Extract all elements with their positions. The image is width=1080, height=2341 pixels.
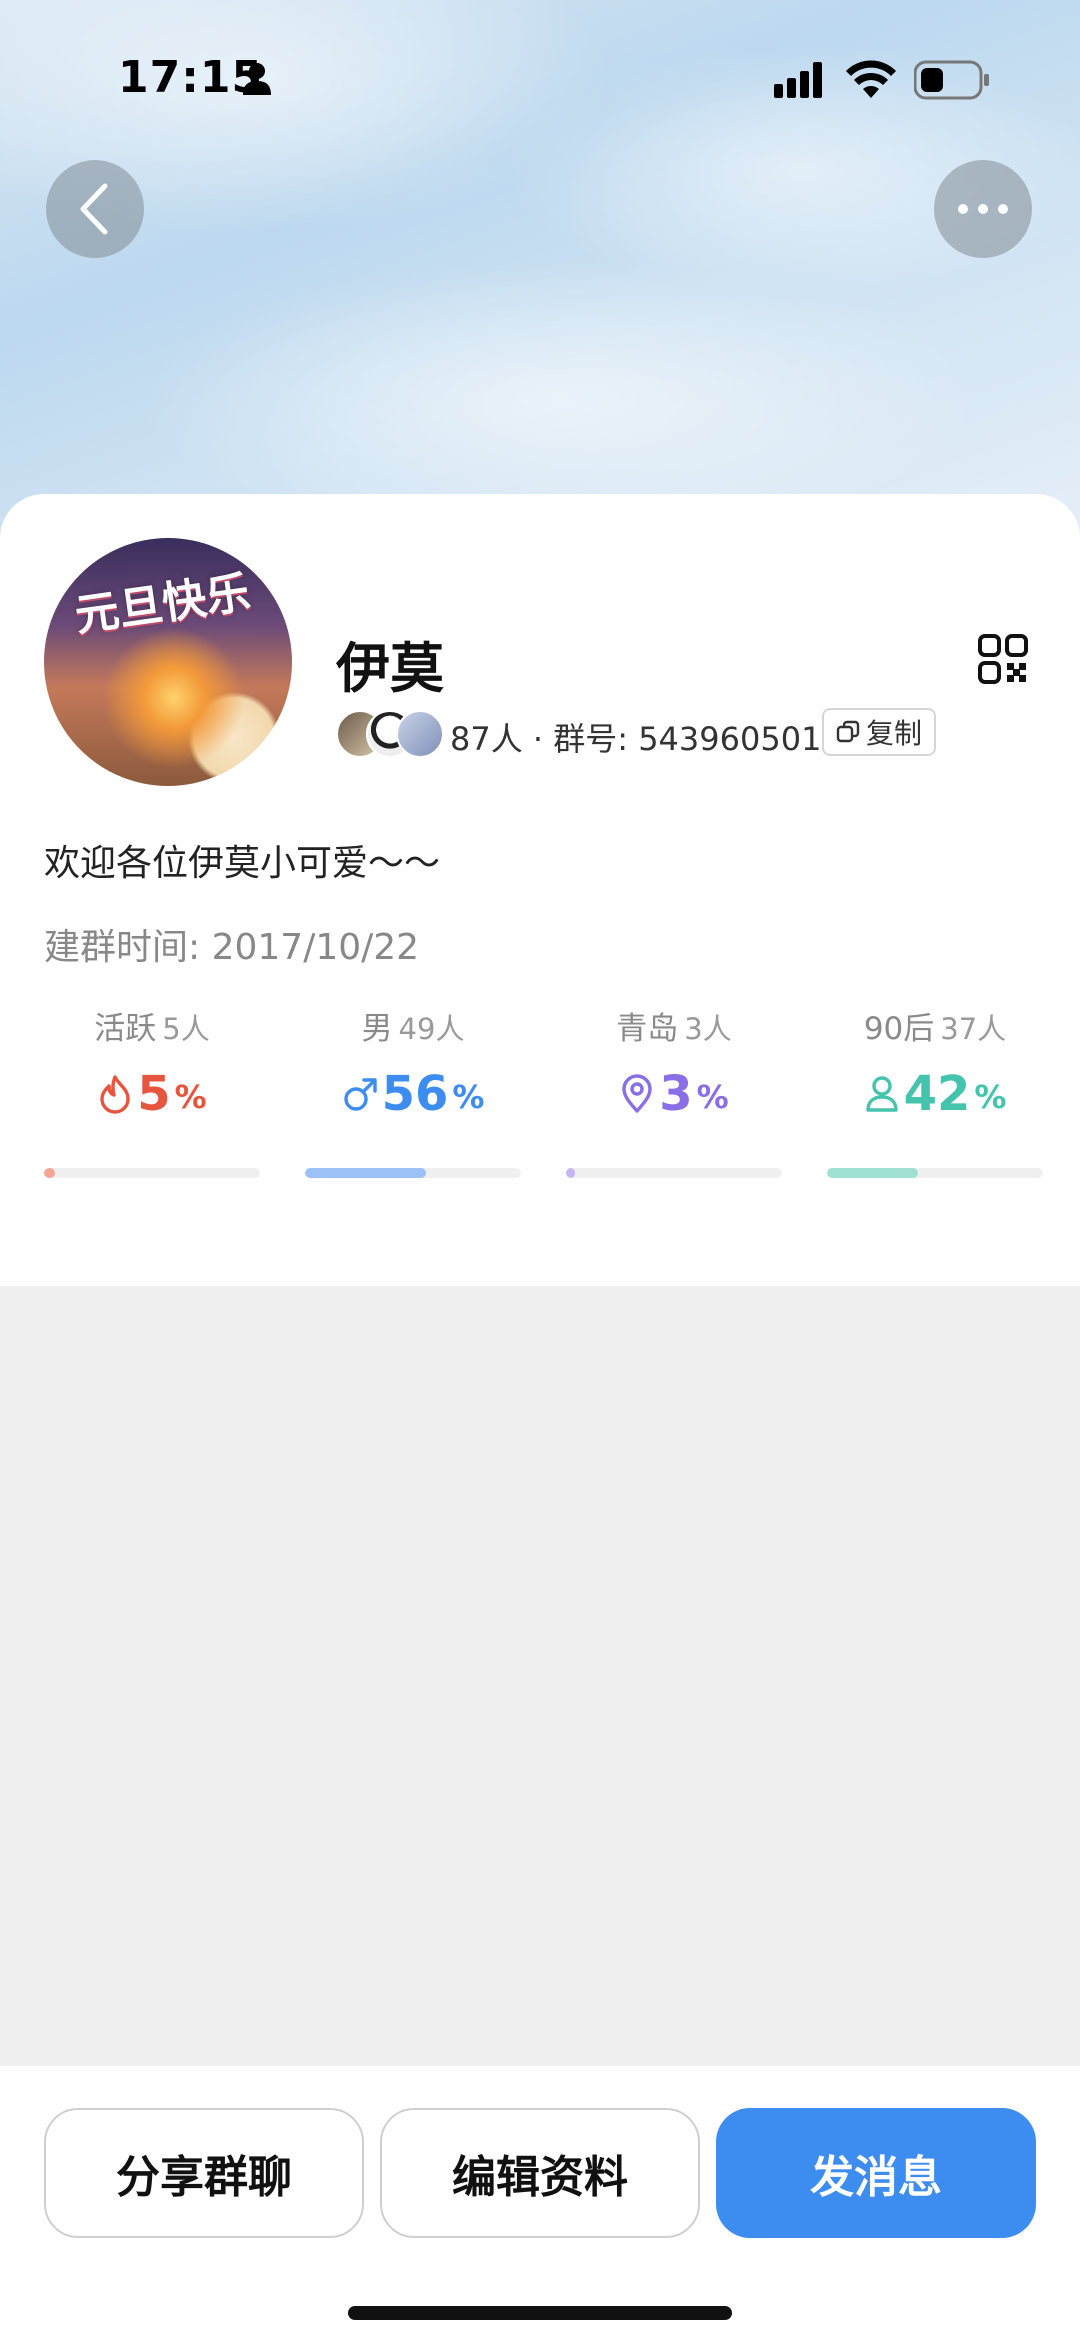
- stat-unit: %: [452, 1078, 485, 1116]
- stat-unit: %: [974, 1078, 1007, 1116]
- stat-progress-track: [44, 1168, 260, 1178]
- battery-icon: [914, 60, 989, 100]
- home-indicator[interactable]: [348, 2306, 732, 2320]
- stat-progress-track: [827, 1168, 1043, 1178]
- stat-value: 42%: [827, 1054, 1043, 1134]
- ellipsis-icon: [958, 204, 1008, 214]
- person-outline-icon: [865, 1076, 898, 1112]
- stat-region[interactable]: 青岛 3人 3%: [566, 1004, 782, 1184]
- stat-progress-fill: [566, 1168, 575, 1178]
- copy-group-id-button[interactable]: 复制: [822, 708, 937, 756]
- location-icon: [622, 1074, 652, 1113]
- wifi-icon: [846, 60, 896, 98]
- stat-age[interactable]: 90后 37人 42%: [827, 1004, 1043, 1184]
- send-message-button[interactable]: 发消息: [716, 2108, 1036, 2238]
- bottom-action-bar: 分享群聊 编辑资料 发消息: [0, 2066, 1080, 2341]
- stat-number: 42: [903, 1066, 971, 1122]
- edit-profile-button[interactable]: 编辑资料: [380, 2108, 700, 2238]
- qr-code-icon[interactable]: [978, 634, 1028, 684]
- stat-label-text: 活跃: [94, 1011, 157, 1047]
- avatar-logo-text: 元旦快乐: [71, 566, 254, 642]
- member-avatar-stack[interactable]: [336, 710, 446, 760]
- stat-progress-track: [305, 1168, 521, 1178]
- stat-label: 青岛 3人: [566, 1004, 782, 1054]
- stat-count: 5人: [162, 1012, 210, 1046]
- stat-count: 49人: [398, 1012, 465, 1046]
- stat-progress-fill: [827, 1168, 918, 1178]
- share-group-button[interactable]: 分享群聊: [44, 2108, 364, 2238]
- stat-unit: %: [696, 1078, 729, 1116]
- stat-progress-fill: [305, 1168, 426, 1178]
- copy-icon: [836, 720, 860, 743]
- stat-count: 3人: [684, 1012, 732, 1046]
- stat-value: 56%: [305, 1054, 521, 1134]
- person-icon: [243, 63, 271, 95]
- stat-number: 5: [137, 1066, 171, 1122]
- member-count-and-group-id: 87人 · 群号: 543960501: [450, 720, 822, 758]
- stat-value: 3%: [566, 1054, 782, 1134]
- member-avatar: [396, 710, 444, 758]
- group-name: 伊莫: [336, 637, 444, 700]
- back-button[interactable]: [46, 160, 144, 258]
- group-info-card: 元旦快乐 伊莫 87人 · 群号: 543960501 复制 欢迎各位伊莫小可爱…: [0, 494, 1080, 1286]
- stat-label-text: 青岛: [616, 1011, 679, 1047]
- stat-unit: %: [174, 1078, 207, 1116]
- stat-number: 3: [659, 1066, 693, 1122]
- status-bar: 17:15: [0, 0, 1080, 160]
- flame-icon: [100, 1075, 130, 1114]
- stat-male[interactable]: 男 49人 56%: [305, 1004, 521, 1184]
- chevron-left-icon: [80, 183, 108, 235]
- stat-label-text: 90后: [863, 1011, 935, 1047]
- stat-label-text: 男: [361, 1011, 393, 1047]
- stat-count: 37人: [940, 1012, 1007, 1046]
- stat-value: 5%: [44, 1054, 260, 1134]
- group-description: 欢迎各位伊莫小可爱～～: [44, 843, 441, 884]
- more-button[interactable]: [934, 160, 1032, 258]
- copy-label: 复制: [866, 717, 923, 750]
- stat-label: 活跃 5人: [44, 1004, 260, 1054]
- group-created-date: 建群时间: 2017/10/22: [44, 927, 420, 968]
- stat-number: 56: [381, 1066, 449, 1122]
- stat-progress-fill: [44, 1168, 55, 1178]
- stat-label: 90后 37人: [827, 1004, 1043, 1054]
- signal-icon: [774, 62, 822, 98]
- group-stats: 活跃 5人 5% 男 49人 56 % 青岛 3人 3 % 90后 37人 42…: [44, 1004, 1044, 1184]
- group-avatar[interactable]: 元旦快乐: [44, 538, 292, 786]
- stat-progress-track: [566, 1168, 782, 1178]
- stat-label: 男 49人: [305, 1004, 521, 1054]
- male-icon: [343, 1078, 377, 1111]
- stat-active[interactable]: 活跃 5人 5%: [44, 1004, 260, 1184]
- group-profile-page: 17:15 元旦快乐 伊莫 87人 · 群号: 543960501 复制 欢迎各…: [0, 0, 1080, 2341]
